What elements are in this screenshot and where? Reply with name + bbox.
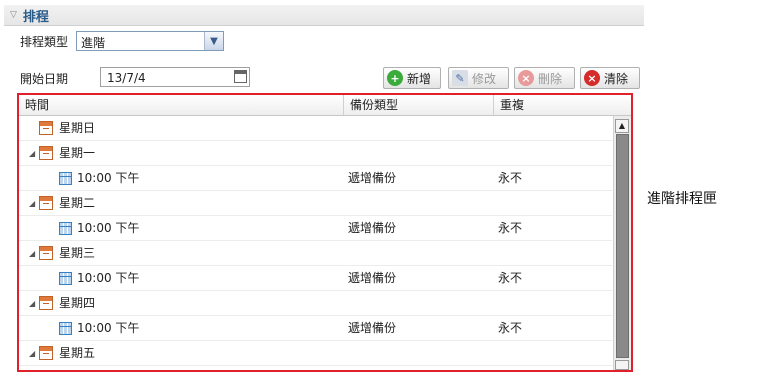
section-header-schedule[interactable]: ▽ 排程 bbox=[4, 5, 644, 26]
expand-triangle-icon[interactable]: ◢ bbox=[29, 191, 35, 215]
backup-type-cell: 遞增備份 bbox=[348, 271, 397, 285]
tree-row-day[interactable]: ◢ 星期五 bbox=[19, 341, 612, 366]
repeat-cell: 永不 bbox=[498, 171, 523, 185]
column-header-repeat[interactable]: 重複 bbox=[494, 95, 631, 115]
delete-x-icon: × bbox=[518, 70, 534, 86]
tree-row-time[interactable]: 10:00 下午 遞增備份 永不 bbox=[19, 216, 612, 241]
section-title: 排程 bbox=[22, 9, 49, 25]
callout-label: 進階排程匣 bbox=[647, 191, 717, 207]
repeat-cell: 永不 bbox=[498, 321, 523, 335]
tree-row-time[interactable]: 10:00 下午 遞增備份 永不 bbox=[19, 166, 612, 191]
tree-row-day[interactable]: ◢ 星期一 bbox=[19, 141, 612, 166]
time-label: 10:00 下午 bbox=[77, 171, 140, 185]
calendar-day-icon bbox=[39, 196, 53, 210]
calendar-day-icon bbox=[39, 246, 53, 260]
edit-button-label: 修改 bbox=[472, 71, 497, 86]
schedule-time-icon bbox=[59, 172, 72, 185]
backup-type-cell: 遞增備份 bbox=[348, 171, 397, 185]
add-button-label: 新增 bbox=[407, 71, 432, 86]
calendar-day-icon bbox=[39, 121, 53, 135]
day-label: 星期二 bbox=[59, 196, 96, 210]
add-button[interactable]: + 新增 bbox=[383, 67, 441, 89]
schedule-time-icon bbox=[59, 272, 72, 285]
schedule-type-label: 排程類型 bbox=[20, 35, 69, 49]
backup-type-cell: 遞增備份 bbox=[348, 221, 397, 235]
time-label: 10:00 下午 bbox=[77, 271, 140, 285]
schedule-time-icon bbox=[59, 322, 72, 335]
day-label: 星期四 bbox=[59, 296, 96, 310]
start-date-label: 開始日期 bbox=[20, 72, 69, 86]
pencil-icon: ✎ bbox=[452, 70, 468, 86]
schedule-type-select[interactable]: 進階 ▼ bbox=[76, 31, 224, 51]
calendar-day-icon bbox=[39, 346, 53, 360]
day-label: 星期日 bbox=[59, 121, 96, 135]
column-header-time[interactable]: 時間 bbox=[19, 95, 344, 115]
tree-row-day[interactable]: ◢ 星期二 bbox=[19, 191, 612, 216]
clear-button-label: 清除 bbox=[604, 71, 629, 86]
day-label: 星期五 bbox=[59, 346, 96, 360]
scrollbar-thumb[interactable] bbox=[616, 134, 629, 358]
calendar-day-icon bbox=[39, 146, 53, 160]
time-label: 10:00 下午 bbox=[77, 321, 140, 335]
repeat-cell: 永不 bbox=[498, 221, 523, 235]
backup-type-cell: 遞增備份 bbox=[348, 321, 397, 335]
start-date-value: 13/7/4 bbox=[107, 71, 146, 85]
chevron-down-icon[interactable]: ▼ bbox=[204, 32, 223, 50]
expand-triangle-icon[interactable]: ◢ bbox=[29, 341, 35, 365]
plus-icon: + bbox=[387, 70, 403, 86]
scroll-up-arrow-icon[interactable]: ▲ bbox=[615, 119, 629, 133]
expand-triangle-icon[interactable]: ◢ bbox=[29, 241, 35, 265]
tree-row-day[interactable]: ◢ 星期四 bbox=[19, 291, 612, 316]
schedule-grid[interactable]: 時間 備份類型 重複 星期日 ◢ 星期一 10:00 下午 遞增備份 永不 ◢ 星期二 10:0… bbox=[17, 93, 633, 372]
expand-triangle-icon[interactable]: ◢ bbox=[29, 291, 35, 315]
day-label: 星期一 bbox=[59, 146, 96, 160]
schedule-type-value: 進階 bbox=[81, 36, 106, 50]
edit-button[interactable]: ✎ 修改 bbox=[448, 67, 509, 89]
calendar-picker-icon[interactable] bbox=[234, 70, 247, 83]
tree-row-day[interactable]: ◢ 星期三 bbox=[19, 241, 612, 266]
delete-button[interactable]: × 刪除 bbox=[514, 67, 575, 89]
calendar-day-icon bbox=[39, 296, 53, 310]
tree-row-time[interactable]: 10:00 下午 遞增備份 永不 bbox=[19, 266, 612, 291]
repeat-cell: 永不 bbox=[498, 271, 523, 285]
tree-row-time[interactable]: 10:00 下午 遞增備份 永不 bbox=[19, 316, 612, 341]
vertical-scrollbar[interactable]: ▲ bbox=[613, 116, 631, 370]
clear-x-icon: × bbox=[584, 70, 600, 86]
column-header-backup-type[interactable]: 備份類型 bbox=[344, 95, 494, 115]
grid-body: 星期日 ◢ 星期一 10:00 下午 遞增備份 永不 ◢ 星期二 10:00 下午 遞增備份 永不 ◢… bbox=[19, 116, 612, 366]
grid-header: 時間 備份類型 重複 bbox=[19, 95, 631, 116]
start-date-field[interactable]: 13/7/4 bbox=[100, 67, 250, 87]
day-label: 星期三 bbox=[59, 246, 96, 260]
schedule-time-icon bbox=[59, 222, 72, 235]
collapse-triangle-icon[interactable]: ▽ bbox=[10, 10, 17, 20]
clear-button[interactable]: × 清除 bbox=[580, 67, 640, 89]
expand-triangle-icon[interactable]: ◢ bbox=[29, 141, 35, 165]
tree-row-day[interactable]: 星期日 bbox=[19, 116, 612, 141]
scroll-down-arrow-icon[interactable] bbox=[615, 360, 629, 370]
delete-button-label: 刪除 bbox=[538, 71, 563, 86]
time-label: 10:00 下午 bbox=[77, 221, 140, 235]
